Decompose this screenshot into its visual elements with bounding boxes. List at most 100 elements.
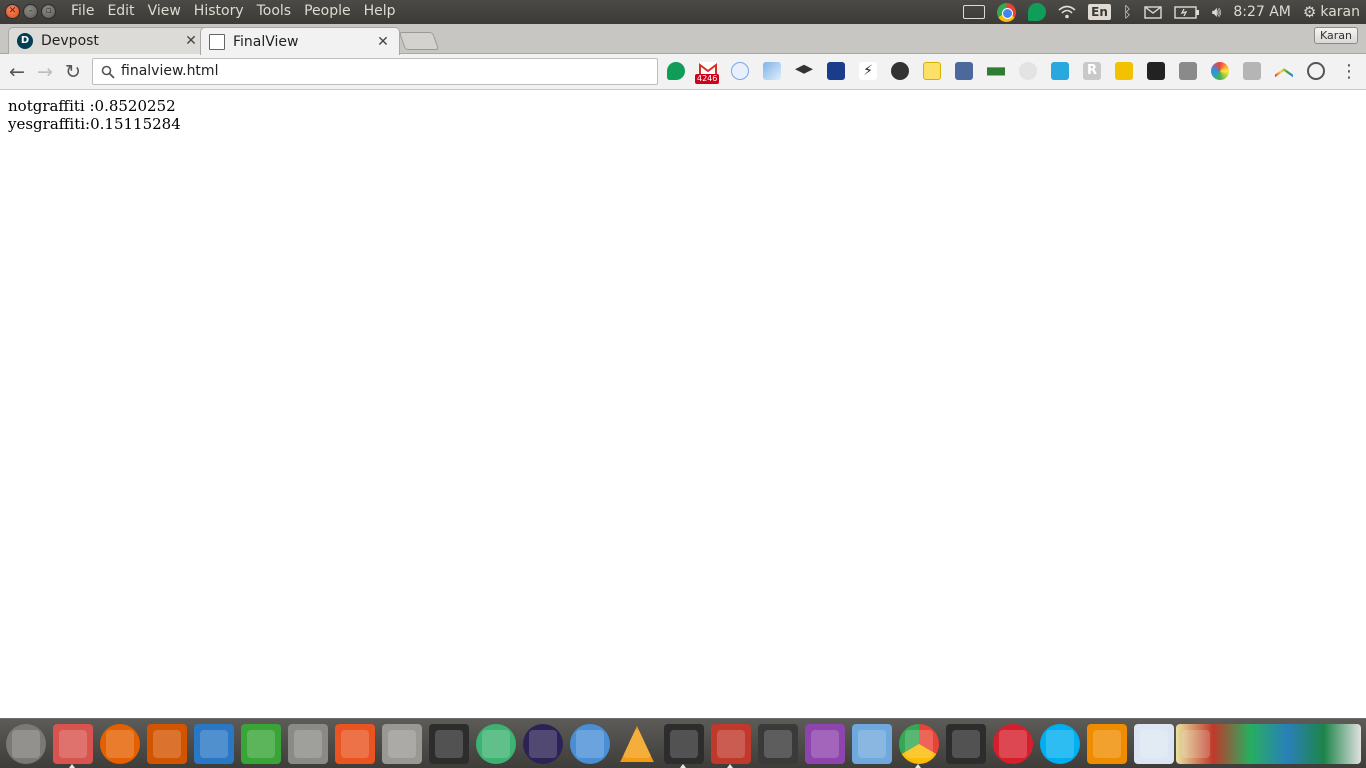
- intellij-icon[interactable]: [805, 724, 845, 764]
- running-indicator: [680, 764, 686, 768]
- notes-extension-icon[interactable]: [923, 62, 941, 80]
- screen-lock-icon[interactable]: [429, 724, 469, 764]
- translate-extension-icon[interactable]: [1243, 62, 1261, 80]
- launcher-dock: [0, 718, 1366, 768]
- keyboard-layout-indicator[interactable]: En: [1088, 4, 1111, 20]
- menu-people[interactable]: People: [304, 3, 351, 19]
- browser-toolbar: ← → ↻ finalview.html 4246 ⚡︎ R ⋮: [0, 54, 1366, 90]
- writer-icon[interactable]: [194, 724, 234, 764]
- bookmark-star-extension-icon[interactable]: [955, 62, 973, 80]
- keyboard-layout-label: En: [1088, 4, 1111, 20]
- ubuntu-dash-icon[interactable]: [6, 724, 46, 764]
- running-indicator: [727, 764, 733, 768]
- spiral-extension-icon[interactable]: [1307, 62, 1325, 80]
- menu-dots-extension-icon[interactable]: [1115, 62, 1133, 80]
- window-controls: ✕ – ▫: [5, 4, 56, 19]
- glasses-extension-icon[interactable]: [1147, 62, 1165, 80]
- chrome-indicator-icon[interactable]: [997, 2, 1017, 22]
- globe-extension-icon[interactable]: [1019, 62, 1037, 80]
- mail-icon[interactable]: [1144, 5, 1162, 19]
- devpost-favicon-icon: D: [17, 33, 33, 49]
- bluetooth-icon[interactable]: ᛒ: [1123, 3, 1132, 21]
- mixer-icon[interactable]: [711, 724, 751, 764]
- eclipse-icon[interactable]: [523, 724, 563, 764]
- sublime-icon[interactable]: [758, 724, 798, 764]
- page-favicon-icon: [209, 33, 225, 50]
- menu-history[interactable]: History: [194, 3, 244, 19]
- menu-tools[interactable]: Tools: [257, 3, 292, 19]
- result-line-notgraffiti: notgraffiti :0.8520252: [8, 97, 176, 115]
- tab-devpost[interactable]: D Devpost ✕: [8, 27, 208, 54]
- system-top-panel: ✕ – ▫ File Edit View History Tools Peopl…: [0, 0, 1366, 24]
- calc-icon[interactable]: [241, 724, 281, 764]
- clock[interactable]: 8:27 AM: [1233, 4, 1291, 20]
- menu-view[interactable]: View: [148, 3, 181, 19]
- atom-icon[interactable]: [476, 724, 516, 764]
- files-icon[interactable]: [53, 724, 93, 764]
- menu-help[interactable]: Help: [364, 3, 396, 19]
- volume-icon[interactable]: 🔊︎: [1212, 3, 1221, 21]
- analytics-extension-icon[interactable]: [827, 62, 845, 80]
- window-maximize-button[interactable]: ▫: [41, 4, 56, 19]
- tab-close-icon[interactable]: ✕: [183, 33, 199, 49]
- terminal-icon[interactable]: [664, 724, 704, 764]
- software-center-icon[interactable]: [335, 724, 375, 764]
- running-indicator: [69, 764, 75, 768]
- phone-extension-icon[interactable]: [731, 62, 749, 80]
- address-bar[interactable]: finalview.html: [92, 58, 658, 85]
- window-extension-icon[interactable]: [1051, 62, 1069, 80]
- firefox-icon[interactable]: [100, 724, 140, 764]
- tab-title: FinalView: [233, 33, 299, 50]
- window-minimize-button[interactable]: –: [23, 4, 38, 19]
- graduation-cap-extension-icon[interactable]: [795, 64, 813, 74]
- lightning-extension-icon[interactable]: ⚡︎: [859, 62, 877, 80]
- thermometer-icon[interactable]: [1134, 724, 1174, 764]
- battery-icon[interactable]: [1174, 5, 1200, 19]
- running-indicator: [915, 764, 921, 768]
- skype-icon[interactable]: [1040, 724, 1080, 764]
- forward-arrow-icon[interactable]: →: [34, 61, 56, 83]
- virtualbox-icon[interactable]: [852, 724, 892, 764]
- spring-tool-icon[interactable]: [1087, 724, 1127, 764]
- thunderbird-icon[interactable]: [570, 724, 610, 764]
- impress-icon[interactable]: [147, 724, 187, 764]
- back-arrow-icon[interactable]: ←: [6, 61, 28, 83]
- search-icon: [101, 65, 115, 79]
- tab-close-icon[interactable]: ✕: [375, 34, 391, 50]
- flag-extension-icon[interactable]: [763, 62, 781, 80]
- text-editor-icon[interactable]: [288, 724, 328, 764]
- color-wheel-extension-icon[interactable]: [1211, 62, 1229, 80]
- browser-menu-icon[interactable]: ⋮: [1340, 61, 1358, 83]
- stacked-launcher-icons[interactable]: [1176, 724, 1361, 764]
- tab-title: Devpost: [41, 33, 99, 49]
- r-extension-icon[interactable]: R: [1083, 62, 1101, 80]
- hangouts-extension-icon[interactable]: [667, 62, 685, 80]
- chrome-icon[interactable]: [899, 724, 939, 764]
- browser-tab-strip: D Devpost ✕ FinalView ✕ Karan: [0, 24, 1366, 55]
- menu-edit[interactable]: Edit: [107, 3, 134, 19]
- page-content: notgraffiti :0.8520252 yesgraffiti:0.151…: [8, 97, 181, 133]
- settings-gear-icon[interactable]: ⚙: [1303, 3, 1316, 21]
- result-line-yesgraffiti: yesgraffiti:0.15115284: [8, 115, 181, 133]
- profile-button[interactable]: Karan: [1314, 27, 1358, 44]
- vlc-icon[interactable]: [620, 726, 654, 762]
- user-name[interactable]: karan: [1320, 4, 1360, 20]
- tab-finalview[interactable]: FinalView ✕: [200, 27, 400, 55]
- binoculars-extension-icon[interactable]: [987, 67, 1005, 76]
- clock-extension-icon[interactable]: [891, 62, 909, 80]
- reload-icon[interactable]: ↻: [62, 61, 84, 83]
- panel-indicators: En ᛒ 🔊︎ 8:27 AM ⚙ karan: [963, 0, 1366, 24]
- wifi-icon[interactable]: [1058, 5, 1076, 19]
- pocket-extension-icon[interactable]: [1179, 62, 1197, 80]
- screenshot-indicator-icon[interactable]: [963, 5, 986, 19]
- menu-file[interactable]: File: [71, 3, 94, 19]
- system-settings-icon[interactable]: [382, 724, 422, 764]
- acrobat-icon[interactable]: [993, 724, 1033, 764]
- rainbow-extension-icon[interactable]: [1275, 68, 1293, 78]
- system-monitor-icon[interactable]: [946, 724, 986, 764]
- app-menu-bar: File Edit View History Tools People Help: [71, 3, 409, 19]
- new-tab-button[interactable]: [398, 32, 440, 50]
- hangouts-indicator-icon[interactable]: [1028, 3, 1047, 21]
- window-close-button[interactable]: ✕: [5, 4, 20, 19]
- url-text[interactable]: finalview.html: [121, 63, 218, 79]
